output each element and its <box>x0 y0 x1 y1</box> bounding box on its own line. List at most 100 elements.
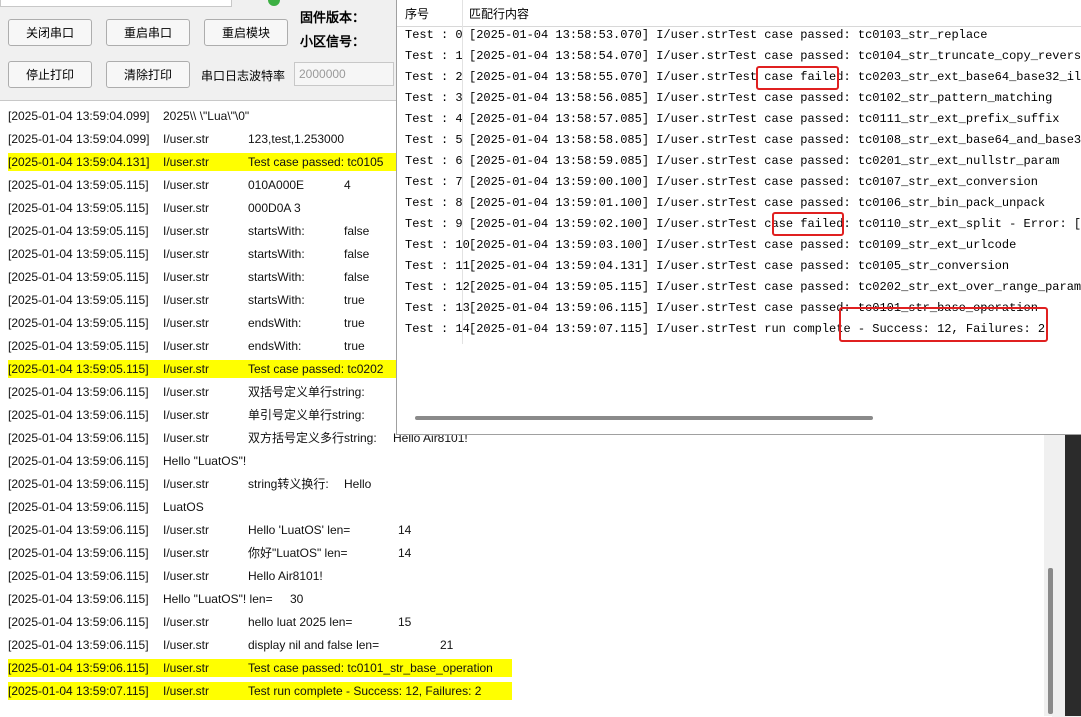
log-message: 010A000E <box>248 178 305 192</box>
result-row[interactable]: Test : 6 [2025-01-04 13:58:59.085] I/user… <box>397 151 1081 172</box>
result-row[interactable]: Test : 8 [2025-01-04 13:59:01.100] I/user… <box>397 193 1081 214</box>
log-value: Hello <box>344 477 372 491</box>
log-line: [2025-01-04 13:59:04.099] 2025\\ \"Lua\"\… <box>8 107 249 125</box>
log-timestamp: [2025-01-04 13:59:05.115] <box>8 339 149 353</box>
log-timestamp: [2025-01-04 13:59:06.115] <box>8 546 149 560</box>
result-index: Test : 12 <box>405 280 470 294</box>
result-index: Test : 1 <box>405 49 463 63</box>
log-line: [2025-01-04 13:59:05.115] I/user.str start… <box>8 291 365 309</box>
log-message: Hello 'LuatOS' len= <box>248 523 351 537</box>
result-row[interactable]: Test : 2 [2025-01-04 13:58:55.070] I/user… <box>397 67 1081 88</box>
log-line: [2025-01-04 13:59:06.115] LuatOS <box>8 498 204 516</box>
log-message: Hello Air8101! <box>248 569 323 583</box>
clear-print-button[interactable]: 清除打印 <box>106 61 190 88</box>
result-row[interactable]: Test : 4 [2025-01-04 13:58:57.085] I/user… <box>397 109 1081 130</box>
log-tag: I/user.str <box>163 247 210 261</box>
stop-print-button[interactable]: 停止打印 <box>8 61 92 88</box>
log-line: [2025-01-04 13:59:06.115] I/user.str hello… <box>8 613 411 631</box>
log-value: true <box>344 316 365 330</box>
result-row[interactable]: Test : 3 [2025-01-04 13:58:56.085] I/user… <box>397 88 1081 109</box>
result-index: Test : 5 <box>405 133 463 147</box>
log-timestamp: [2025-01-04 13:59:06.115] <box>8 523 149 537</box>
result-text: [2025-01-04 13:59:05.115] I/user.strTest… <box>469 280 1081 294</box>
log-tag: 2025\\ \"Lua\"\0" <box>163 109 250 123</box>
log-message: startsWith: <box>248 224 305 238</box>
results-horizontal-scrollbar[interactable] <box>415 416 873 420</box>
log-vertical-scrollbar[interactable] <box>1044 435 1062 716</box>
log-message: startsWith: <box>248 293 305 307</box>
restart-module-button[interactable]: 重启模块 <box>204 19 288 46</box>
log-timestamp: [2025-01-04 13:59:06.115] <box>8 408 149 422</box>
results-header: 序号 匹配行内容 <box>397 0 1081 27</box>
log-line: [2025-01-04 13:59:05.115] I/user.str 010A0… <box>8 176 351 194</box>
log-line: [2025-01-04 13:59:04.131] I/user.str Test … <box>8 153 402 171</box>
result-text: [2025-01-04 13:59:01.100] I/user.strTest… <box>469 196 1046 210</box>
log-tag: I/user.str <box>163 316 210 330</box>
failed-highlight-box <box>772 212 844 236</box>
log-message: string转义换行: <box>248 477 329 491</box>
log-value: 14 <box>398 523 412 537</box>
log-message: startsWith: <box>248 247 305 261</box>
result-index: Test : 14 <box>405 322 470 336</box>
log-line: [2025-01-04 13:59:06.115] I/user.str Test … <box>8 659 512 677</box>
failed-highlight-box <box>756 66 839 90</box>
log-tag: I/user.str <box>163 569 210 583</box>
log-line: [2025-01-04 13:59:06.115] I/user.str displ… <box>8 636 453 654</box>
log-message: Test case passed: tc0101_str_base_operat… <box>248 661 493 675</box>
log-value: 15 <box>398 615 412 629</box>
result-index: Test : 10 <box>405 238 470 252</box>
result-row[interactable]: Test : 10 [2025-01-04 13:59:03.100] I/use… <box>397 235 1081 256</box>
log-timestamp: [2025-01-04 13:59:05.115] <box>8 201 149 215</box>
restart-port-button[interactable]: 重启串口 <box>106 19 190 46</box>
log-message: hello luat 2025 len= <box>248 615 353 629</box>
log-tag: Hello "LuatOS"! <box>163 454 247 468</box>
log-timestamp: [2025-01-04 13:59:06.115] <box>8 592 149 606</box>
result-row[interactable]: Test : 9 [2025-01-04 13:59:02.100] I/user… <box>397 214 1081 235</box>
port-select-fragment[interactable] <box>0 0 232 7</box>
log-tag: I/user.str <box>163 155 210 169</box>
log-tag: I/user.str <box>163 201 210 215</box>
result-row[interactable]: Test : 0 [2025-01-04 13:58:53.070] I/user… <box>397 25 1081 46</box>
result-row[interactable]: Test : 7 [2025-01-04 13:59:00.100] I/user… <box>397 172 1081 193</box>
result-text: [2025-01-04 13:58:58.085] I/user.strTest… <box>469 133 1081 147</box>
log-timestamp: [2025-01-04 13:59:06.115] <box>8 454 149 468</box>
log-scroll-thumb[interactable] <box>1048 568 1053 714</box>
log-tag: I/user.str <box>163 385 210 399</box>
log-line: [2025-01-04 13:59:06.115] I/user.str Hello… <box>8 521 411 539</box>
log-message: 双方括号定义多行string: <box>248 431 377 445</box>
log-line: [2025-01-04 13:59:06.115] I/user.str 你好"Lu… <box>8 544 411 562</box>
log-timestamp: [2025-01-04 13:59:07.115] <box>8 684 149 698</box>
log-value: 14 <box>398 546 412 560</box>
firmware-version-label: 固件版本： <box>300 10 366 25</box>
log-timestamp: [2025-01-04 13:59:05.115] <box>8 270 149 284</box>
log-tag: I/user.str <box>163 684 210 698</box>
result-text: [2025-01-04 13:59:04.131] I/user.strTest… <box>469 259 1010 273</box>
result-row[interactable]: Test : 5 [2025-01-04 13:58:58.085] I/user… <box>397 130 1081 151</box>
log-line: [2025-01-04 13:59:05.115] I/user.str start… <box>8 222 369 240</box>
log-tag: I/user.str <box>163 178 210 192</box>
log-tag: I/user.str <box>163 431 210 445</box>
log-timestamp: [2025-01-04 13:59:06.115] <box>8 638 149 652</box>
log-line: [2025-01-04 13:59:05.115] I/user.str endsW… <box>8 337 365 355</box>
result-index: Test : 8 <box>405 196 463 210</box>
result-row[interactable]: Test : 1 [2025-01-04 13:58:54.070] I/user… <box>397 46 1081 67</box>
log-timestamp: [2025-01-04 13:59:06.115] <box>8 385 149 399</box>
result-text: [2025-01-04 13:58:54.070] I/user.strTest… <box>469 49 1081 63</box>
log-line: [2025-01-04 13:59:05.115] I/user.str Test … <box>8 360 402 378</box>
log-message: startsWith: <box>248 270 305 284</box>
log-tag: I/user.str <box>163 408 210 422</box>
log-timestamp: [2025-01-04 13:59:05.115] <box>8 316 149 330</box>
log-timestamp: [2025-01-04 13:59:04.099] <box>8 132 150 146</box>
result-index: Test : 13 <box>405 301 470 315</box>
log-tag: I/user.str <box>163 638 210 652</box>
result-row[interactable]: Test : 12 [2025-01-04 13:59:05.115] I/use… <box>397 277 1081 298</box>
result-row[interactable]: Test : 11 [2025-01-04 13:59:04.131] I/use… <box>397 256 1081 277</box>
log-message: endsWith: <box>248 316 302 330</box>
log-message: Test run complete - Success: 12, Failure… <box>248 684 482 698</box>
baud-rate-input[interactable]: 2000000 <box>294 62 394 86</box>
log-message: 000D0A 3 <box>248 201 301 215</box>
log-value: false <box>344 224 370 238</box>
log-message: 双括号定义单行string: <box>248 385 365 399</box>
close-port-button[interactable]: 关闭串口 <box>8 19 92 46</box>
log-value: false <box>344 247 370 261</box>
